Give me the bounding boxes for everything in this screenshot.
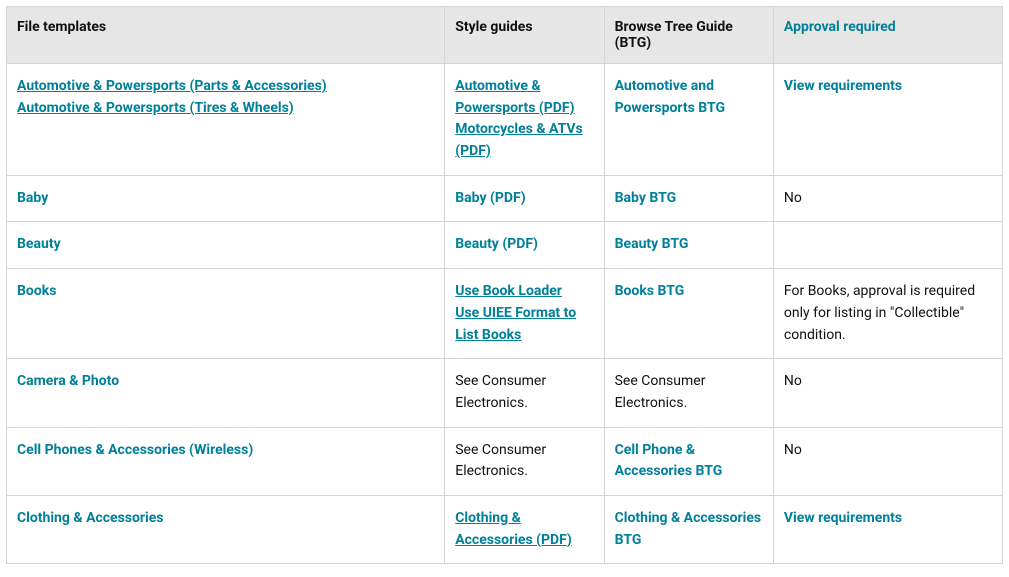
table-row: Cell Phones & Accessories (Wireless) See … bbox=[7, 427, 1003, 495]
table-row: Camera & Photo See Consumer Electronics. S… bbox=[7, 359, 1003, 427]
cell-style_guides: See Consumer Electronics. bbox=[445, 359, 604, 427]
cell-text: For Books, approval is required only for… bbox=[784, 281, 992, 346]
table-row: Automotive & Powersports (Parts & Access… bbox=[7, 64, 1003, 176]
table-header-row: File templates Style guides Browse Tree … bbox=[7, 7, 1003, 64]
cell-btg: Cell Phone & Accessories BTG bbox=[604, 427, 773, 495]
cell-btg: Automotive and Powersports BTG bbox=[604, 64, 773, 176]
cell-link[interactable]: Use UIEE Format to List Books bbox=[455, 303, 593, 346]
cell-link[interactable]: Camera & Photo bbox=[17, 371, 434, 393]
cell-style_guides: Beauty (PDF) bbox=[445, 222, 604, 269]
cell-style_guides: Baby (PDF) bbox=[445, 175, 604, 222]
table-row: Books Use Book LoaderUse UIEE Format to L… bbox=[7, 269, 1003, 359]
cell-link[interactable]: Books BTG bbox=[615, 281, 763, 303]
cell-link[interactable]: Baby BTG bbox=[615, 188, 763, 210]
header-btg: Browse Tree Guide (BTG) bbox=[604, 7, 773, 64]
cell-btg: Clothing & Accessories BTG bbox=[604, 495, 773, 563]
header-approval-required[interactable]: Approval required bbox=[773, 7, 1002, 64]
cell-style_guides: See Consumer Electronics. bbox=[445, 427, 604, 495]
cell-link[interactable]: Cell Phone & Accessories BTG bbox=[615, 440, 763, 483]
cell-link[interactable]: Automotive and Powersports BTG bbox=[615, 76, 763, 119]
cell-link[interactable]: Automotive & Powersports (PDF) bbox=[455, 76, 593, 119]
cell-link[interactable]: Use Book Loader bbox=[455, 281, 593, 303]
cell-file_templates: Books bbox=[7, 269, 445, 359]
cell-link[interactable]: Clothing & Accessories BTG bbox=[615, 508, 763, 551]
cell-link[interactable]: Cell Phones & Accessories (Wireless) bbox=[17, 440, 434, 462]
cell-btg: Baby BTG bbox=[604, 175, 773, 222]
cell-text: No bbox=[784, 188, 992, 210]
cell-link[interactable]: Clothing & Accessories bbox=[17, 508, 434, 530]
cell-approval bbox=[773, 222, 1002, 269]
cell-link[interactable]: Beauty (PDF) bbox=[455, 234, 593, 256]
cell-link[interactable]: Beauty bbox=[17, 234, 434, 256]
cell-style_guides: Use Book LoaderUse UIEE Format to List B… bbox=[445, 269, 604, 359]
cell-approval: For Books, approval is required only for… bbox=[773, 269, 1002, 359]
cell-text: See Consumer Electronics. bbox=[615, 371, 763, 414]
cell-file_templates: Automotive & Powersports (Parts & Access… bbox=[7, 64, 445, 176]
cell-text: No bbox=[784, 440, 992, 462]
cell-approval: No bbox=[773, 427, 1002, 495]
cell-style_guides: Clothing & Accessories (PDF) bbox=[445, 495, 604, 563]
cell-approval: View requirements bbox=[773, 495, 1002, 563]
cell-link[interactable]: Automotive & Powersports (Tires & Wheels… bbox=[17, 98, 434, 120]
table-body: Automotive & Powersports (Parts & Access… bbox=[7, 64, 1003, 564]
cell-file_templates: Beauty bbox=[7, 222, 445, 269]
header-file-templates: File templates bbox=[7, 7, 445, 64]
cell-file_templates: Baby bbox=[7, 175, 445, 222]
cell-file_templates: Clothing & Accessories bbox=[7, 495, 445, 563]
table-row: Clothing & Accessories Clothing & Accesso… bbox=[7, 495, 1003, 563]
cell-approval: View requirements bbox=[773, 64, 1002, 176]
cell-text: No bbox=[784, 371, 992, 393]
cell-link[interactable]: Baby (PDF) bbox=[455, 188, 593, 210]
cell-text: See Consumer Electronics. bbox=[455, 440, 593, 483]
table-row: Beauty Beauty (PDF) Beauty BTG bbox=[7, 222, 1003, 269]
table-row: Baby Baby (PDF) Baby BTG No bbox=[7, 175, 1003, 222]
cell-link[interactable]: Books bbox=[17, 281, 434, 303]
cell-link[interactable]: Baby bbox=[17, 188, 434, 210]
cell-btg: See Consumer Electronics. bbox=[604, 359, 773, 427]
cell-link[interactable]: Automotive & Powersports (Parts & Access… bbox=[17, 76, 434, 98]
cell-approval: No bbox=[773, 359, 1002, 427]
cell-file_templates: Cell Phones & Accessories (Wireless) bbox=[7, 427, 445, 495]
header-style-guides: Style guides bbox=[445, 7, 604, 64]
cell-link[interactable]: Beauty BTG bbox=[615, 234, 763, 256]
category-table: File templates Style guides Browse Tree … bbox=[6, 6, 1003, 564]
cell-link[interactable]: View requirements bbox=[784, 76, 992, 98]
cell-btg: Books BTG bbox=[604, 269, 773, 359]
cell-text: See Consumer Electronics. bbox=[455, 371, 593, 414]
cell-link[interactable]: Motorcycles & ATVs (PDF) bbox=[455, 119, 593, 162]
cell-btg: Beauty BTG bbox=[604, 222, 773, 269]
cell-link[interactable]: View requirements bbox=[784, 508, 992, 530]
cell-style_guides: Automotive & Powersports (PDF)Motorcycle… bbox=[445, 64, 604, 176]
cell-approval: No bbox=[773, 175, 1002, 222]
cell-file_templates: Camera & Photo bbox=[7, 359, 445, 427]
cell-link[interactable]: Clothing & Accessories (PDF) bbox=[455, 508, 593, 551]
